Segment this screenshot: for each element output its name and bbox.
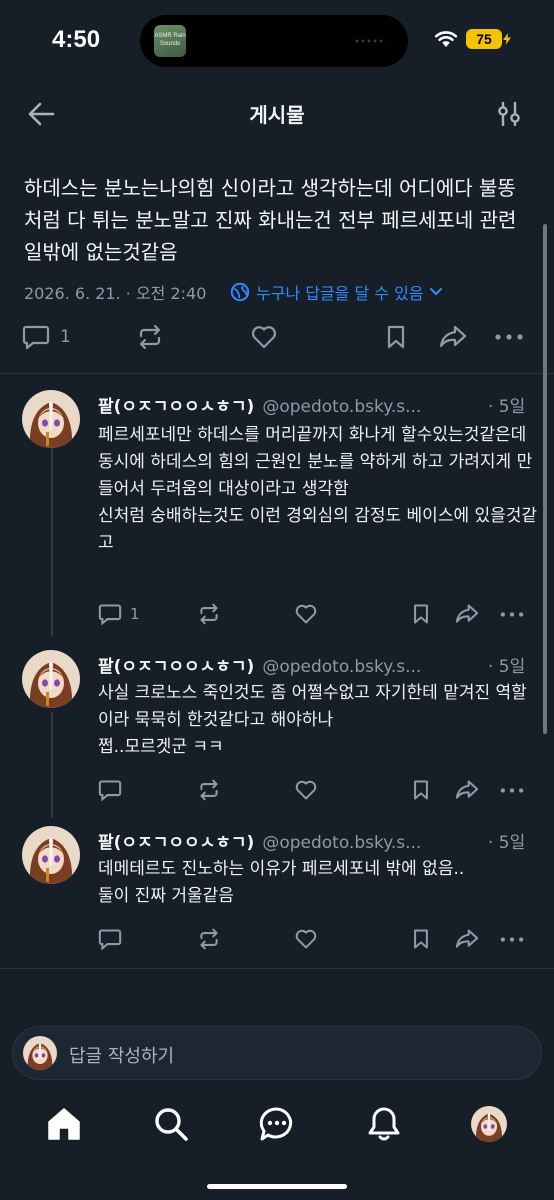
reply-count: 1 [130, 605, 140, 623]
like-heart-icon[interactable] [294, 603, 318, 625]
more-options-icon[interactable] [500, 788, 524, 793]
author-handle[interactable]: @opedoto.bsky.s... [262, 397, 421, 417]
reply-count: 1 [60, 327, 71, 347]
thread-settings-icon[interactable] [496, 100, 522, 128]
bookmark-icon[interactable] [410, 603, 432, 625]
post-text: 하데스는 분노는나의힘 신이라고 생각하는데 어디에다 불똥처럼 다 튀는 분노… [24, 176, 517, 264]
divider [0, 968, 554, 969]
repost-icon[interactable] [136, 324, 164, 350]
status-time: 4:50 [52, 26, 101, 53]
comment-icon [98, 929, 122, 950]
bookmark-icon[interactable] [410, 779, 432, 801]
author-name[interactable]: 팥(ㅇㅈㄱㅇㅇㅅㅎㄱ) [98, 652, 254, 677]
reply-text: 페르세포네만 하데스를 머리끝까지 화나게 할수있는것같은데 동시에 하데스의 … [98, 425, 538, 553]
share-icon[interactable] [454, 928, 480, 950]
island-thumbnail: ASMR Rain Sounds [154, 25, 186, 57]
charging-bolt-icon [503, 33, 511, 45]
chevron-down-icon [429, 288, 442, 295]
like-heart-icon[interactable] [294, 928, 318, 950]
thread-line [51, 424, 53, 636]
more-options-icon[interactable] [500, 937, 524, 942]
battery-indicator: 75 [466, 29, 502, 49]
search-icon[interactable] [153, 1106, 189, 1142]
divider [0, 373, 554, 374]
reply-composer[interactable]: 답글 작성하기 [12, 1026, 542, 1080]
scrollbar[interactable] [543, 224, 547, 734]
comment-icon [22, 325, 50, 350]
wifi-icon [434, 30, 458, 52]
comment-icon [98, 780, 122, 801]
home-indicator [207, 1184, 347, 1189]
repost-icon[interactable] [197, 928, 221, 950]
repost-icon[interactable] [197, 779, 221, 801]
reply-time: · 5일 [488, 397, 526, 417]
bookmark-icon[interactable] [410, 928, 432, 950]
avatar[interactable] [22, 826, 80, 884]
bookmark-icon[interactable] [384, 324, 408, 350]
avatar [23, 1036, 57, 1070]
more-options-icon[interactable] [500, 612, 524, 617]
reply-input-placeholder[interactable]: 답글 작성하기 [69, 1042, 174, 1068]
reply-permission-button[interactable]: 누구나 답글을 달 수 있음 [230, 280, 442, 304]
globe-icon [230, 282, 250, 302]
like-heart-icon[interactable] [250, 324, 278, 350]
reply-permission-label: 누구나 답글을 달 수 있음 [256, 284, 424, 303]
author-name[interactable]: 팥(ㅇㅈㄱㅇㅇㅅㅎㄱ) [98, 392, 254, 417]
comment-icon [98, 604, 122, 625]
reply-button[interactable]: 1 [98, 603, 140, 625]
profile-avatar[interactable] [471, 1106, 507, 1142]
author-handle[interactable]: @opedoto.bsky.s... [262, 833, 421, 853]
share-icon[interactable] [438, 324, 468, 350]
reply-button[interactable]: 1 [22, 324, 71, 350]
reply-button[interactable] [98, 928, 122, 950]
more-options-icon[interactable] [495, 334, 523, 340]
avatar[interactable] [22, 650, 80, 708]
avatar[interactable] [22, 390, 80, 448]
reply-time: · 5일 [488, 833, 526, 853]
author-name[interactable]: 팥(ㅇㅈㄱㅇㅇㅅㅎㄱ) [98, 828, 254, 853]
share-icon[interactable] [454, 603, 480, 625]
thread-line [51, 712, 53, 818]
audio-visualizer-icon [354, 39, 386, 43]
chat-icon[interactable] [259, 1106, 295, 1142]
share-icon[interactable] [454, 779, 480, 801]
reply-time: · 5일 [488, 657, 526, 677]
dynamic-island[interactable]: ASMR Rain Sounds [140, 15, 408, 67]
home-icon[interactable] [46, 1106, 82, 1142]
reply-text: 데메테르도 진노하는 이유가 페르세포네 밖에 없음.. 둘이 진짜 거울같음 [98, 859, 465, 906]
page-title: 게시물 [249, 103, 305, 127]
reply-text: 사실 크로노스 죽인것도 좀 어쩔수없고 자기한테 맡겨진 역할이라 묵묵히 한… [98, 683, 527, 757]
author-handle[interactable]: @opedoto.bsky.s... [262, 657, 421, 677]
post-timestamp: 2026. 6. 21. · 오전 2:40 [24, 284, 207, 303]
like-heart-icon[interactable] [294, 779, 318, 801]
reply-button[interactable] [98, 779, 122, 801]
repost-icon[interactable] [197, 603, 221, 625]
notifications-bell-icon[interactable] [366, 1106, 402, 1142]
